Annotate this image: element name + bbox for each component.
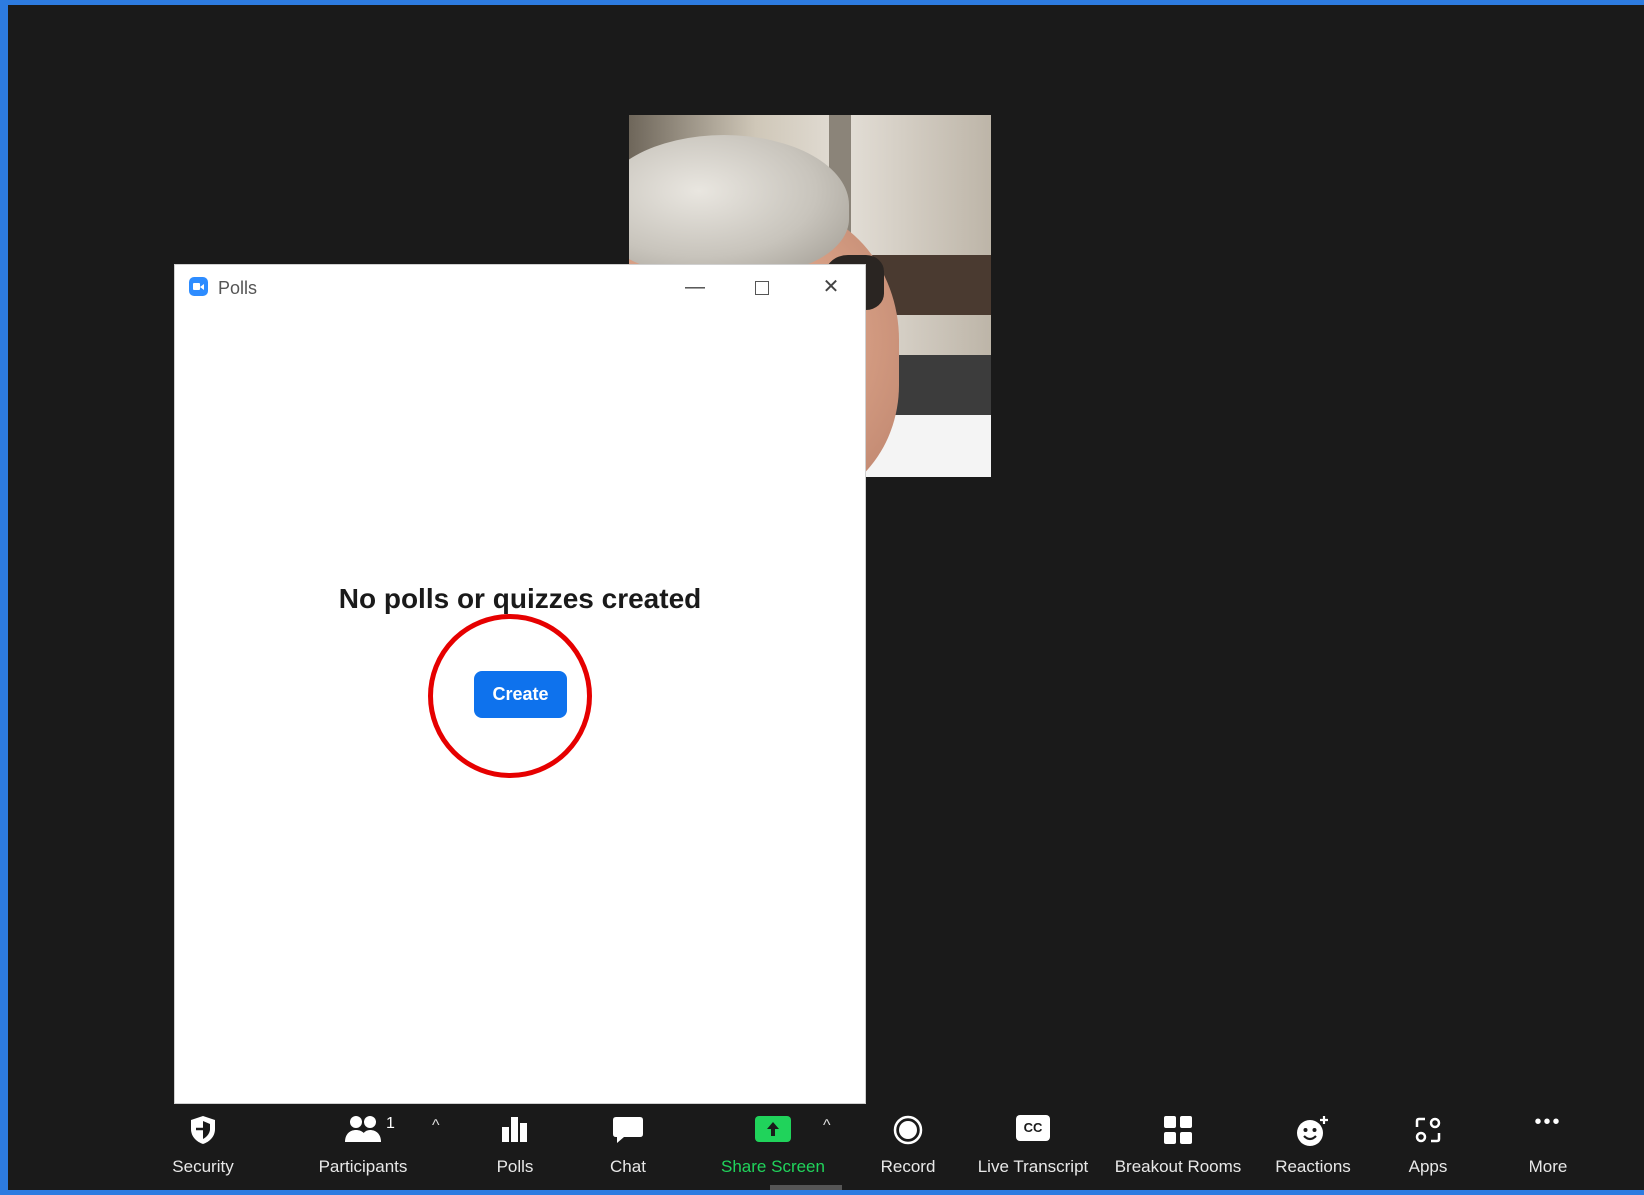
polls-label: Polls bbox=[496, 1157, 534, 1176]
participants-count: 1 bbox=[386, 1115, 395, 1132]
breakout-rooms-button[interactable]: Breakout Rooms bbox=[1108, 1105, 1248, 1190]
more-button[interactable]: ••• More bbox=[1508, 1105, 1588, 1190]
smiley-plus-icon bbox=[1297, 1116, 1328, 1146]
participants-button[interactable]: 1 Participants bbox=[298, 1105, 428, 1190]
live-transcript-button[interactable]: CC Live Transcript bbox=[973, 1105, 1093, 1190]
polls-window: Polls — ✕ No polls or quizzes created Cr… bbox=[175, 265, 865, 1103]
participants-label: Participants bbox=[318, 1157, 408, 1176]
share-screen-icon bbox=[755, 1116, 791, 1142]
close-button[interactable]: ✕ bbox=[811, 273, 851, 301]
closed-caption-icon: CC bbox=[1016, 1115, 1050, 1141]
bar-chart-icon bbox=[502, 1117, 527, 1142]
minimize-button[interactable]: — bbox=[675, 273, 715, 301]
more-dots-icon: ••• bbox=[1534, 1111, 1562, 1133]
share-screen-button[interactable]: Share Screen bbox=[708, 1105, 838, 1190]
zoom-logo-icon bbox=[189, 277, 208, 296]
meeting-window: Polls — ✕ No polls or quizzes created Cr… bbox=[8, 5, 1644, 1190]
chat-label: Chat bbox=[610, 1157, 646, 1176]
breakout-rooms-label: Breakout Rooms bbox=[1114, 1157, 1242, 1176]
security-button[interactable]: Security bbox=[158, 1105, 248, 1190]
meeting-toolbar: Security 1 Participants ^ Polls Chat Sha… bbox=[8, 1105, 1644, 1190]
toolbar-scroll-indicator bbox=[770, 1185, 842, 1190]
record-icon bbox=[893, 1115, 923, 1145]
polls-button[interactable]: Polls bbox=[470, 1105, 560, 1190]
apps-button[interactable]: Apps bbox=[1388, 1105, 1468, 1190]
share-screen-options-caret[interactable]: ^ bbox=[823, 1117, 831, 1135]
record-label: Record bbox=[880, 1157, 936, 1176]
cc-badge-text: CC bbox=[1023, 1120, 1043, 1135]
chat-button[interactable]: Chat bbox=[588, 1105, 668, 1190]
maximize-button[interactable] bbox=[742, 273, 782, 301]
create-poll-button[interactable]: Create bbox=[474, 671, 567, 718]
record-button[interactable]: Record bbox=[863, 1105, 953, 1190]
apps-icon bbox=[1415, 1117, 1441, 1143]
chat-bubble-icon bbox=[613, 1117, 643, 1143]
reactions-label: Reactions bbox=[1275, 1157, 1351, 1176]
polls-window-title: Polls bbox=[218, 278, 258, 298]
shield-icon bbox=[191, 1116, 215, 1144]
reactions-button[interactable]: Reactions bbox=[1263, 1105, 1363, 1190]
more-label: More bbox=[1528, 1157, 1568, 1176]
security-label: Security bbox=[172, 1157, 234, 1176]
participants-options-caret[interactable]: ^ bbox=[432, 1117, 440, 1135]
participants-icon bbox=[345, 1116, 381, 1142]
share-screen-label: Share Screen bbox=[721, 1157, 825, 1176]
breakout-rooms-icon bbox=[1164, 1116, 1192, 1144]
polls-titlebar[interactable]: Polls — ✕ bbox=[175, 265, 865, 309]
maximize-icon bbox=[755, 280, 769, 295]
apps-label: Apps bbox=[1408, 1157, 1448, 1176]
live-transcript-label: Live Transcript bbox=[977, 1157, 1089, 1176]
empty-state-message: No polls or quizzes created bbox=[338, 583, 702, 614]
